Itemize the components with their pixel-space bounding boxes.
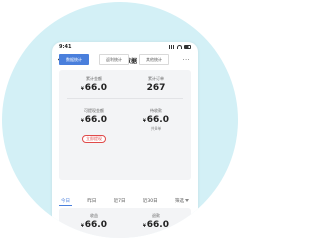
battery-icon <box>184 45 191 49</box>
sales-label: 收益 <box>90 213 98 218</box>
stats-tabs: 数据统计 返利统计 其他统计 <box>59 54 191 65</box>
total-amount-value: ¥66.0 <box>80 83 107 93</box>
total-amount-label: 累计金额 <box>86 76 102 81</box>
pending-count: 共8单 <box>150 126 162 131</box>
pending-label: 待收款 <box>150 108 162 113</box>
filter-icon <box>184 199 189 202</box>
total-orders-value: 267 <box>146 83 166 93</box>
background-circle: 9:41 经营数据 ··· 数据统计 返利统计 其他统计 累计金额 ¥66.0 … <box>2 2 238 238</box>
filter-button[interactable]: 筛选 <box>173 197 191 205</box>
period-sales: 收益 ¥66.0 <box>69 213 119 230</box>
tab-other-stats[interactable]: 其他统计 <box>139 54 169 65</box>
pending-payment: 待收款 ¥66.0 共8单 <box>131 108 181 132</box>
tab-data-stats[interactable]: 数据统计 <box>59 54 89 65</box>
filter-yesterday[interactable]: 昨日 <box>85 197 98 205</box>
status-icons <box>169 45 191 49</box>
period-card: 收益 ¥66.0 退款 ¥66.0 <box>59 208 191 238</box>
tab-rebate-stats[interactable]: 返利统计 <box>99 54 129 65</box>
summary-card: 累计金额 ¥66.0 累计订单 267 可提现金额 ¥66.0 立即提现 待收款… <box>59 70 191 180</box>
date-filters: 今日 昨日 近7日 近30日 筛选 <box>59 196 191 206</box>
total-amount: 累计金额 ¥66.0 <box>69 76 119 93</box>
total-orders-label: 累计订单 <box>148 76 164 81</box>
status-bar: 9:41 <box>52 42 198 54</box>
period-refund: 退款 ¥66.0 <box>131 213 181 230</box>
filter-last-30-days[interactable]: 近30日 <box>141 197 160 205</box>
refund-value: ¥66.0 <box>142 220 169 230</box>
total-orders: 累计订单 267 <box>131 76 181 93</box>
filter-last-7-days[interactable]: 近7日 <box>112 197 128 205</box>
withdrawable-label: 可提现金额 <box>84 108 104 113</box>
signal-icon <box>169 45 175 49</box>
wifi-icon <box>177 45 182 49</box>
filter-today[interactable]: 今日 <box>59 197 72 206</box>
pending-value: ¥66.0 <box>142 115 169 125</box>
summary-divider <box>67 98 183 99</box>
withdrawable-value: ¥66.0 <box>80 115 107 125</box>
withdrawable-amount: 可提现金额 ¥66.0 立即提现 <box>69 108 119 144</box>
withdraw-button[interactable]: 立即提现 <box>82 135 106 143</box>
status-time: 9:41 <box>59 44 72 50</box>
refund-label: 退款 <box>152 213 160 218</box>
sales-value: ¥66.0 <box>80 220 107 230</box>
